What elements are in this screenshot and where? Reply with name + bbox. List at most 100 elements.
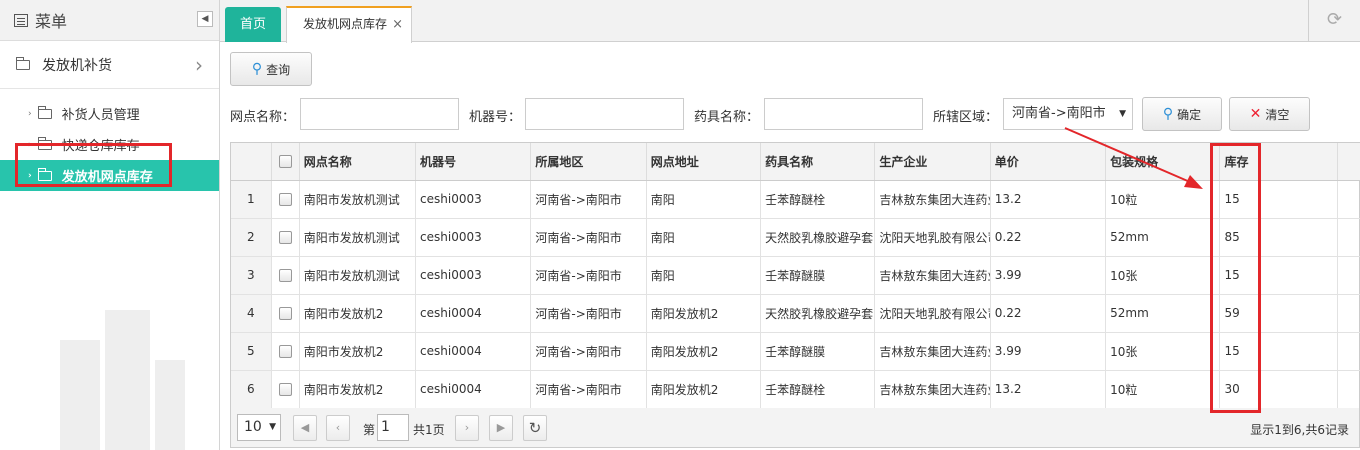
next-page-button[interactable]: ›: [455, 415, 479, 441]
table-cell: 河南省->南阳市: [530, 256, 647, 295]
clear-x-icon: ✕: [1249, 106, 1262, 122]
table-cell: 10粒: [1105, 370, 1221, 409]
header-rownum: [231, 143, 272, 181]
outlet-name-input[interactable]: [300, 98, 459, 130]
row-number: 5: [231, 332, 272, 371]
table-row[interactable]: 3 南阳市发放机测试 ceshi0003 河南省->南阳市 南阳 壬苯醇醚膜 吉林敖东集团大…: [231, 256, 1360, 295]
prev-page-button[interactable]: ‹: [326, 415, 350, 441]
last-page-button[interactable]: ▶: [489, 415, 513, 441]
sidebar-item-restock-staff[interactable]: › 补货人员管理: [0, 98, 219, 129]
caret-right-icon: ›: [28, 108, 32, 119]
table-row[interactable]: 1 南阳市发放机测试 ceshi0003 河南省->南阳市 南阳 壬苯醇醚栓 吉林敖东集团大…: [231, 180, 1360, 219]
table-row[interactable]: 5 南阳市发放机2 ceshi0004 河南省->南阳市 南阳发放机2 壬苯醇醚膜 吉林敖东…: [231, 332, 1360, 371]
close-icon[interactable]: ×: [392, 8, 403, 41]
row-select-cell[interactable]: [271, 294, 300, 333]
table-header-row: 网点名称 机器号 所属地区 网点地址 药具名称 生产企业 单价 包装规格 库存: [231, 143, 1360, 181]
header-cell[interactable]: 包装规格: [1105, 143, 1221, 181]
refresh-icon[interactable]: ⟳: [1308, 0, 1360, 42]
table-cell: 52mm: [1105, 218, 1221, 257]
sidebar-item-label: 补货人员管理: [61, 108, 140, 123]
page-prefix: 第: [363, 423, 376, 437]
region-select-value: 河南省->南阳市: [1012, 106, 1106, 121]
drug-name-label: 药具名称：: [694, 110, 760, 125]
tab-outlet-stock[interactable]: 发放机网点库存 ×: [286, 6, 412, 43]
checkbox[interactable]: [278, 383, 292, 396]
table-cell: 吉林敖东集团大连药业: [874, 370, 991, 409]
table-cell: 吉林敖东集团大连药业: [874, 256, 991, 295]
table-cell: 13.2: [990, 180, 1107, 219]
drug-name-input[interactable]: [764, 98, 923, 130]
table-row[interactable]: 2 南阳市发放机测试 ceshi0003 河南省->南阳市 南阳 天然胶乳橡胶避孕套 沈阳天…: [231, 218, 1360, 257]
table-cell: 南阳: [646, 218, 762, 257]
row-number: 1: [231, 180, 272, 219]
table-row[interactable]: 6 南阳市发放机2 ceshi0004 河南省->南阳市 南阳发放机2 壬苯醇醚栓 吉林敖东…: [231, 370, 1360, 409]
table-cell: 河南省->南阳市: [530, 294, 647, 333]
table-cell: ceshi0003: [415, 218, 532, 257]
checkbox[interactable]: [278, 231, 292, 244]
row-number: 6: [231, 370, 272, 409]
table-cell: 3.99: [990, 332, 1107, 371]
row-filler: [1337, 332, 1360, 371]
clear-label: 清空: [1265, 107, 1290, 122]
table-cell: 河南省->南阳市: [530, 180, 647, 219]
checkbox[interactable]: [278, 193, 292, 206]
table-cell: 南阳市发放机2: [299, 294, 417, 333]
table-cell: 南阳发放机2: [646, 332, 762, 371]
clear-button[interactable]: ✕ 清空: [1229, 97, 1310, 131]
chevron-right-icon: ›: [195, 53, 203, 77]
query-label: 查询: [266, 62, 291, 77]
row-filler: [1337, 370, 1360, 409]
machine-no-label: 机器号：: [469, 110, 522, 125]
main-panel: 首页 发放机网点库存 × ⟳ ⚲ 查询 网点名称： 机器号： 药具名称： 所辖区…: [220, 0, 1360, 450]
table-cell: 河南省->南阳市: [530, 332, 647, 371]
row-select-cell[interactable]: [271, 218, 300, 257]
header-cell[interactable]: 生产企业: [874, 143, 991, 181]
row-filler: [1337, 180, 1360, 219]
row-select-cell[interactable]: [271, 370, 300, 409]
region-select[interactable]: 河南省->南阳市 ▼: [1003, 98, 1133, 130]
header-select-all[interactable]: [271, 143, 300, 181]
tab-label: 发放机网点库存: [303, 17, 388, 31]
stock-table-container: 网点名称 机器号 所属地区 网点地址 药具名称 生产企业 单价 包装规格 库存 …: [230, 142, 1360, 410]
confirm-button[interactable]: ⚲ 确定: [1142, 97, 1222, 131]
row-select-cell[interactable]: [271, 256, 300, 295]
header-cell[interactable]: 网点地址: [646, 143, 762, 181]
header-cell[interactable]: 药具名称: [760, 143, 876, 181]
table-cell: 南阳市发放机2: [299, 332, 417, 371]
table-cell: 南阳市发放机测试: [299, 180, 417, 219]
row-filler: [1337, 218, 1360, 257]
first-page-button[interactable]: ◀: [293, 415, 317, 441]
building-watermark: [60, 310, 185, 450]
row-select-cell[interactable]: [271, 332, 300, 371]
table-cell: 天然胶乳橡胶避孕套: [760, 218, 876, 257]
collapse-sidebar-button[interactable]: ◀: [197, 11, 213, 27]
page-size-select[interactable]: 10 ▼: [237, 414, 281, 441]
reload-icon[interactable]: ↻: [523, 415, 547, 441]
checkbox[interactable]: [278, 307, 292, 320]
header-cell[interactable]: 网点名称: [299, 143, 417, 181]
pagination-bar: 10 ▼ ◀ ‹ 第 1 共1页 › ▶ ↻ 显示1到6,共6记录: [230, 408, 1360, 448]
query-button[interactable]: ⚲ 查询: [230, 52, 312, 86]
table-cell: 0.22: [990, 218, 1107, 257]
machine-no-input[interactable]: [525, 98, 684, 130]
table-row[interactable]: 4 南阳市发放机2 ceshi0004 河南省->南阳市 南阳发放机2 天然胶乳橡胶避孕套…: [231, 294, 1360, 333]
table-cell: 沈阳天地乳胶有限公司: [874, 218, 991, 257]
checkbox[interactable]: [278, 155, 292, 169]
table-cell: ceshi0004: [415, 370, 532, 409]
header-cell[interactable]: 单价: [990, 143, 1107, 181]
table-cell: 壬苯醇醚膜: [760, 332, 876, 371]
sidebar-group-restock[interactable]: 发放机补货 ›: [0, 41, 219, 89]
tab-home[interactable]: 首页: [225, 7, 281, 42]
checkbox[interactable]: [278, 345, 292, 358]
checkbox[interactable]: [278, 269, 292, 282]
row-select-cell[interactable]: [271, 180, 300, 219]
header-cell[interactable]: 所属地区: [530, 143, 647, 181]
header-cell[interactable]: 机器号: [415, 143, 532, 181]
record-summary: 显示1到6,共6记录: [1250, 423, 1349, 437]
dropdown-arrow-icon: ▼: [269, 422, 276, 432]
table-cell: 天然胶乳橡胶避孕套: [760, 294, 876, 333]
tab-bar: 首页 发放机网点库存 × ⟳: [220, 0, 1360, 43]
table-cell: 吉林敖东集团大连药业: [874, 180, 991, 219]
page-number-input[interactable]: 1: [377, 414, 409, 441]
row-filler: [1337, 256, 1360, 295]
